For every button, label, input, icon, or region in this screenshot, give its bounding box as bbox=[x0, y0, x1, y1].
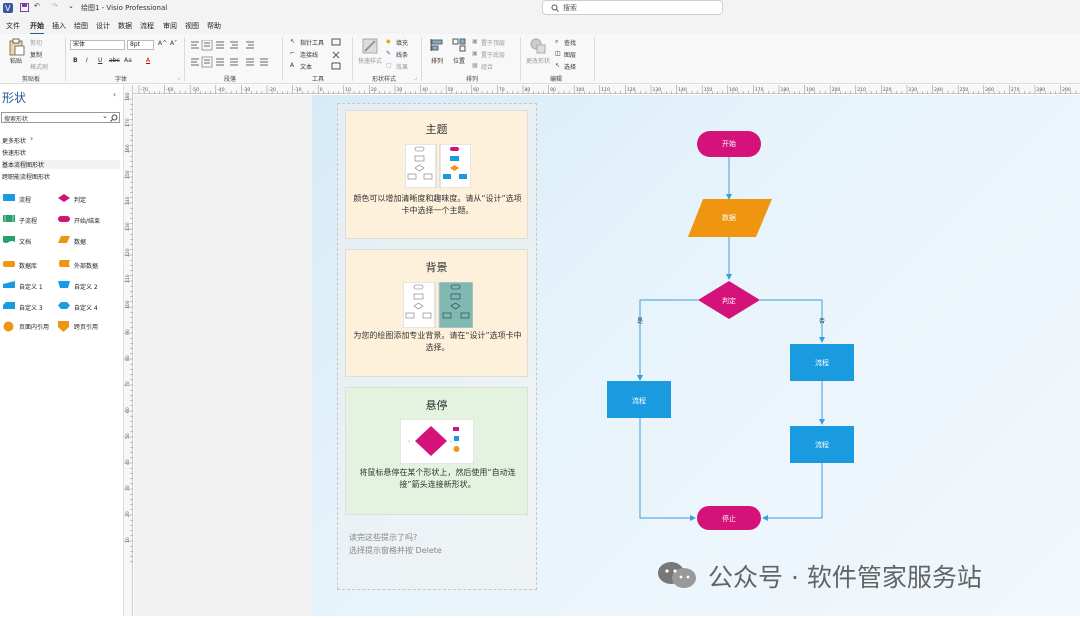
connector-decision-yes[interactable] bbox=[637, 299, 698, 381]
data-label: 数据 bbox=[722, 214, 736, 222]
start-label: 开始 bbox=[722, 140, 736, 148]
watermark-text: 公众号 · 软件管家服务站 bbox=[708, 563, 982, 592]
flowchart bbox=[607, 131, 854, 530]
edge-label-yes: 是 bbox=[637, 318, 644, 325]
process-right-2-label: 流程 bbox=[815, 441, 829, 449]
process-right-1-label: 流程 bbox=[815, 359, 829, 367]
wechat-logo-icon bbox=[658, 562, 696, 588]
process-left-label: 流程 bbox=[632, 397, 646, 405]
edge-label-no: 否 bbox=[819, 318, 826, 325]
connector-left-to-end[interactable] bbox=[639, 418, 696, 521]
connector-right-to-end[interactable] bbox=[762, 463, 823, 521]
end-label: 停止 bbox=[722, 515, 736, 523]
decision-label: 判定 bbox=[722, 297, 736, 305]
connector-decision-no[interactable] bbox=[760, 299, 825, 343]
